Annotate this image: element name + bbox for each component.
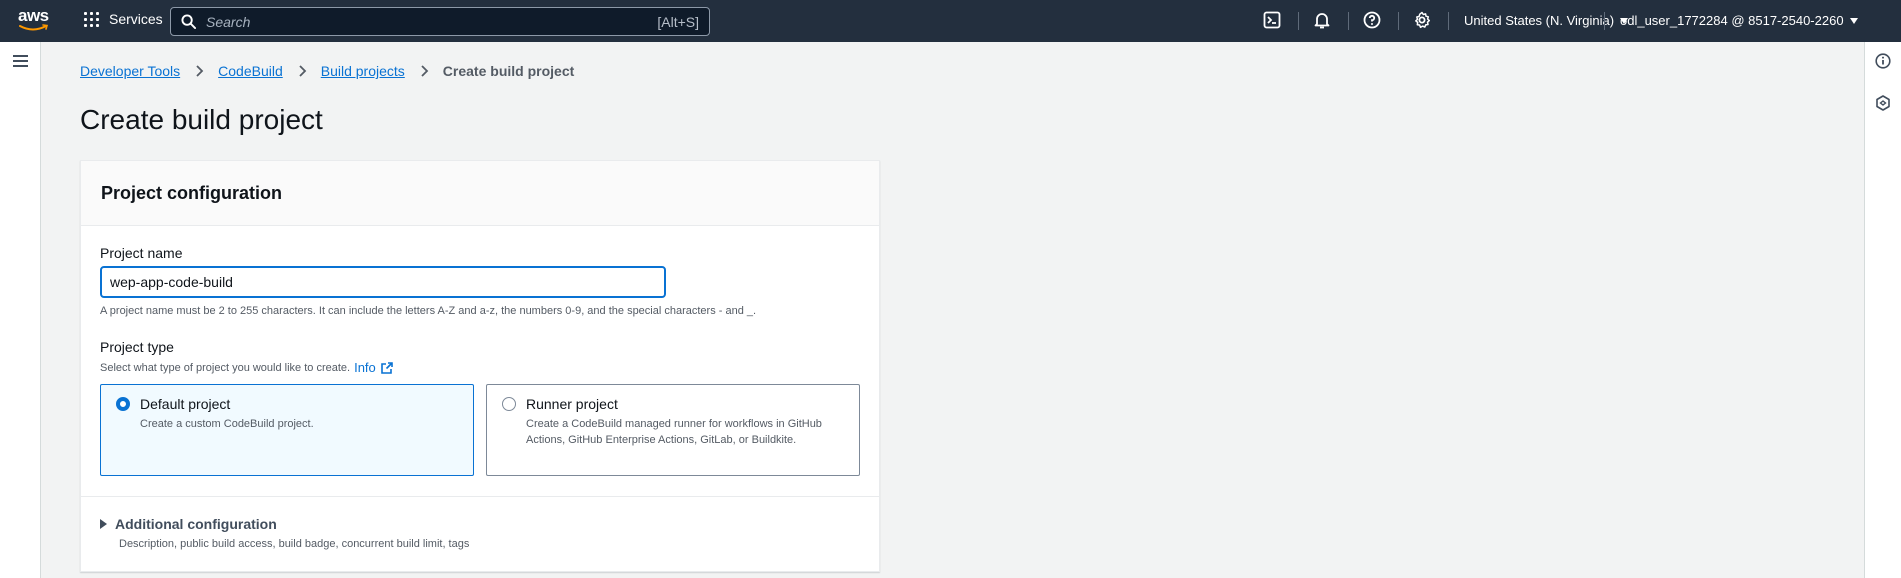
project-type-hint-row: Select what type of project you would li… (100, 360, 394, 375)
additional-configuration-desc: Description, public build access, build … (119, 538, 470, 550)
breadcrumb-build-projects[interactable]: Build projects (321, 63, 405, 79)
resources-hexagon-icon[interactable] (1875, 95, 1893, 113)
info-link[interactable]: Info (354, 360, 376, 375)
account-menu[interactable]: odl_user_1772284 @ 8517-2540-2260 (1620, 13, 1858, 28)
caret-down-icon (1849, 17, 1858, 24)
runner-project-tile[interactable]: Runner project Create a CodeBuild manage… (486, 384, 860, 476)
runner-project-title: Runner project (526, 396, 618, 412)
account-label: odl_user_1772284 @ 8517-2540-2260 (1620, 13, 1844, 28)
nav-divider (1348, 12, 1349, 30)
project-name-input[interactable] (100, 266, 666, 298)
nav-divider (1448, 12, 1449, 30)
panel-heading: Project configuration (101, 183, 283, 203)
external-link-icon[interactable] (380, 361, 394, 375)
global-search[interactable]: [Alt+S] (170, 7, 710, 36)
search-input[interactable] (206, 13, 658, 30)
services-label: Services (109, 11, 163, 27)
chevron-right-icon (421, 65, 429, 77)
settings-icon[interactable] (1413, 11, 1433, 31)
project-name-label: Project name (100, 245, 183, 261)
nav-divider (1398, 12, 1399, 30)
aws-logo[interactable]: aws (18, 6, 50, 34)
right-tools-rail (1864, 42, 1901, 578)
services-menu-button[interactable]: Services (84, 11, 163, 27)
aws-logo-text: aws (18, 6, 49, 25)
top-navigation: aws Services [Alt+S] United States (N. V (0, 0, 1901, 42)
notifications-icon[interactable] (1313, 11, 1333, 31)
default-project-title: Default project (140, 396, 231, 412)
nav-divider (1604, 12, 1605, 30)
caret-right-icon (100, 519, 107, 529)
breadcrumb: Developer Tools CodeBuild Build projects… (80, 63, 574, 79)
search-icon (181, 14, 196, 29)
panel-header: Project configuration (81, 161, 879, 226)
runner-project-radio[interactable] (502, 397, 516, 411)
aws-smile-icon (19, 24, 49, 31)
project-type-hint: Select what type of project you would li… (100, 361, 351, 374)
chevron-right-icon (196, 65, 204, 77)
region-label: United States (N. Virginia) (1464, 13, 1615, 28)
project-name-hint: A project name must be 2 to 255 characte… (100, 305, 757, 317)
left-navigation-rail (0, 42, 41, 578)
breadcrumb-current: Create build project (442, 63, 575, 79)
section-divider (81, 496, 879, 497)
chevron-right-icon (299, 65, 307, 77)
default-project-tile[interactable]: Default project Create a custom CodeBuil… (100, 384, 474, 476)
additional-configuration-title: Additional configuration (115, 516, 277, 532)
default-project-desc: Create a custom CodeBuild project. (140, 418, 314, 430)
breadcrumb-codebuild[interactable]: CodeBuild (218, 63, 283, 79)
menu-toggle-icon[interactable] (13, 55, 28, 67)
help-icon[interactable] (1363, 11, 1383, 31)
info-panel-icon[interactable] (1875, 53, 1893, 71)
default-project-radio[interactable] (116, 397, 130, 411)
nav-divider (1298, 12, 1299, 30)
additional-configuration-toggle[interactable]: Additional configuration (100, 516, 277, 532)
project-configuration-panel: Project configuration Project name A pro… (80, 160, 880, 572)
services-grid-icon (84, 11, 99, 27)
breadcrumb-developer-tools[interactable]: Developer Tools (80, 63, 180, 79)
page-title: Create build project (80, 104, 323, 135)
runner-project-desc: Create a CodeBuild managed runner for wo… (526, 418, 822, 446)
cloudshell-icon[interactable] (1263, 11, 1283, 31)
search-shortcut: [Alt+S] (657, 13, 699, 30)
project-type-label: Project type (100, 339, 174, 355)
